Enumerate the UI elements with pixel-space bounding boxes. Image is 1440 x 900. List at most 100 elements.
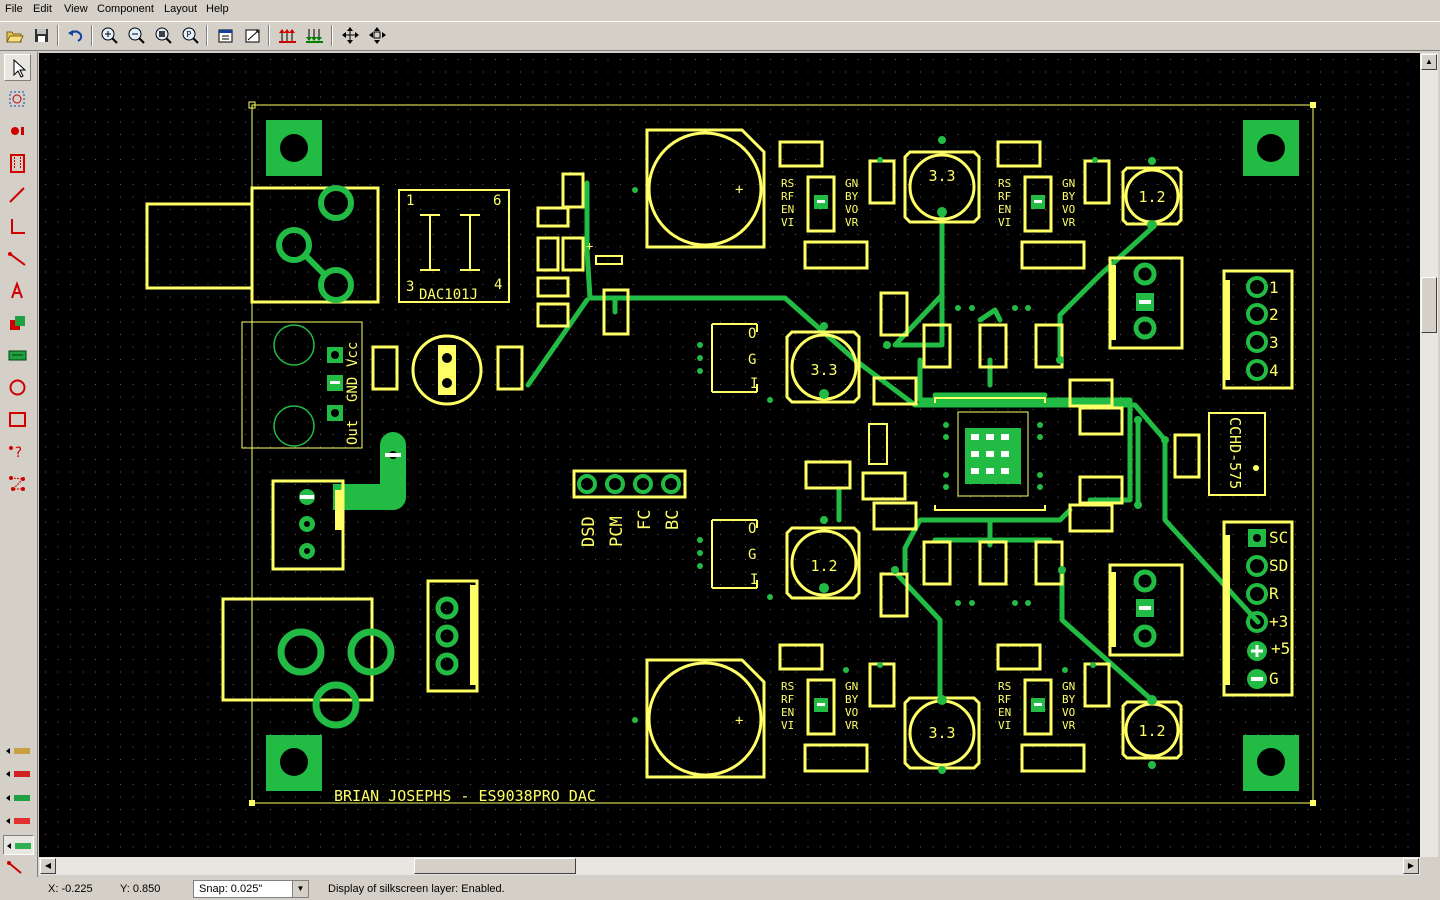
vertical-scroll-thumb[interactable] [1421,277,1437,333]
layer-bottom-mask-icon[interactable] [3,835,34,855]
header-label-bc: BC [663,510,683,530]
regulator-label: 1.2 [810,557,837,575]
cursor-y: Y: 0.850 [120,883,161,895]
layer-top-copper-icon[interactable] [3,764,34,784]
properties-icon[interactable] [214,24,237,47]
svg-text:RS: RS [781,177,794,190]
ratline-icon[interactable] [4,246,31,273]
netlist-icon[interactable] [4,470,31,497]
conn-label: 4 [1269,361,1279,380]
svg-text:VI: VI [998,216,1011,229]
snap-select[interactable]: Snap: 0.025" ▼ [193,880,309,898]
header-label-dsd: DSD [579,516,599,547]
svg-text:RF: RF [998,693,1011,706]
copper-area-icon[interactable] [4,342,31,369]
menu-view[interactable]: View [64,3,88,15]
board-title: BRIAN JOSEPHS - ES9038PRO DAC [334,787,596,805]
regulator-label: 3.3 [928,167,955,185]
text-icon[interactable] [4,278,31,305]
svg-text:+: + [735,182,743,198]
menu-file[interactable]: File [5,3,23,15]
svg-text:GN: GN [845,177,858,190]
svg-text:VR: VR [845,216,859,229]
conn-label: 3 [1269,333,1279,352]
svg-text:+: + [735,713,743,729]
rectangle-icon[interactable] [4,406,31,433]
svg-text:EN: EN [781,706,794,719]
menu-edit[interactable]: Edit [33,3,52,15]
trace-icon[interactable] [4,182,31,209]
svg-text:VI: VI [781,719,794,732]
area-icon[interactable] [4,310,31,337]
move-up-layer-icon[interactable] [276,24,299,47]
conn-label: +5 [1271,639,1290,658]
ogi-label: O [748,326,756,342]
corner-trace-icon[interactable] [4,214,31,241]
svg-text:RS: RS [998,680,1011,693]
scroll-left-arrow-icon[interactable]: ◀ [40,858,56,874]
layer-bottom-copper-icon[interactable] [3,788,34,808]
svg-text:P: P [187,30,192,39]
zoom-fit-icon[interactable]: P [179,24,202,47]
svg-text:VO: VO [845,203,858,216]
ogi-label: I [750,572,758,588]
svg-text:VO: VO [1062,706,1075,719]
ic-pin-label: 6 [493,193,501,209]
ic-pin-label: 1 [406,193,414,209]
open-folder-icon[interactable] [3,24,26,47]
move-down-layer-icon[interactable] [303,24,326,47]
ic-label: DAC101J [419,287,478,303]
save-icon[interactable] [30,24,53,47]
vertical-scrollbar[interactable]: ▲ [1420,53,1438,857]
svg-text:RF: RF [781,190,794,203]
menu-component[interactable]: Component [97,3,154,15]
pcb-canvas[interactable]: 1 6 3 4 DAC101J +- +- [39,53,1420,857]
svg-text:EN: EN [998,203,1011,216]
conn-label: 2 [1269,305,1279,324]
zoom-out-icon[interactable] [125,24,148,47]
horizontal-scroll-thumb[interactable] [414,858,576,874]
design-rules-icon[interactable] [241,24,264,47]
conn-label: SD [1269,556,1288,575]
zoom-in-icon[interactable] [98,24,121,47]
svg-text:VR: VR [845,719,859,732]
undo-icon[interactable] [64,24,87,47]
footprint-icon[interactable] [4,150,31,177]
move-icon[interactable] [366,24,389,47]
toolbar-separator [206,25,208,46]
svg-text:RF: RF [781,693,794,706]
circle-icon[interactable] [4,374,31,401]
menu-bar: File Edit View Component Layout Help [0,0,1440,20]
svg-text:RS: RS [781,680,794,693]
toolbar-separator [331,25,333,46]
regulator-label: 1.2 [1138,722,1165,740]
select-arrow-icon[interactable] [4,54,31,81]
layer-ratlines-icon[interactable] [3,858,34,878]
tool-palette: ? [0,52,38,900]
zoom-area-icon[interactable] [4,86,31,113]
conn-label: R [1269,584,1279,603]
pad-icon[interactable] [4,118,31,145]
menu-layout[interactable]: Layout [164,3,197,15]
svg-text:GN: GN [845,680,858,693]
toolbar: P [0,21,1440,51]
chevron-down-icon[interactable]: ▼ [292,881,308,897]
layer-silkscreen-icon[interactable] [3,741,34,761]
svg-text:GN: GN [1062,680,1075,693]
layer-top-mask-icon[interactable] [3,811,34,831]
menu-help[interactable]: Help [206,3,229,15]
svg-text:VI: VI [781,216,794,229]
ogi-label: G [748,352,756,368]
status-message: Display of silkscreen layer: Enabled. [328,883,505,895]
scroll-up-arrow-icon[interactable]: ▲ [1421,54,1437,70]
svg-text:VO: VO [845,706,858,719]
ogi-label: G [748,547,756,563]
scroll-right-arrow-icon[interactable]: ▶ [1403,858,1419,874]
zoom-window-icon[interactable] [152,24,175,47]
query-icon[interactable]: ? [4,438,31,465]
svg-text:EN: EN [998,706,1011,719]
power-label-out: Out [345,420,361,445]
horizontal-scrollbar[interactable]: ◀ ▶ [39,857,1420,875]
header-label-pcm: PCM [607,516,627,547]
select-group-icon[interactable] [339,24,362,47]
